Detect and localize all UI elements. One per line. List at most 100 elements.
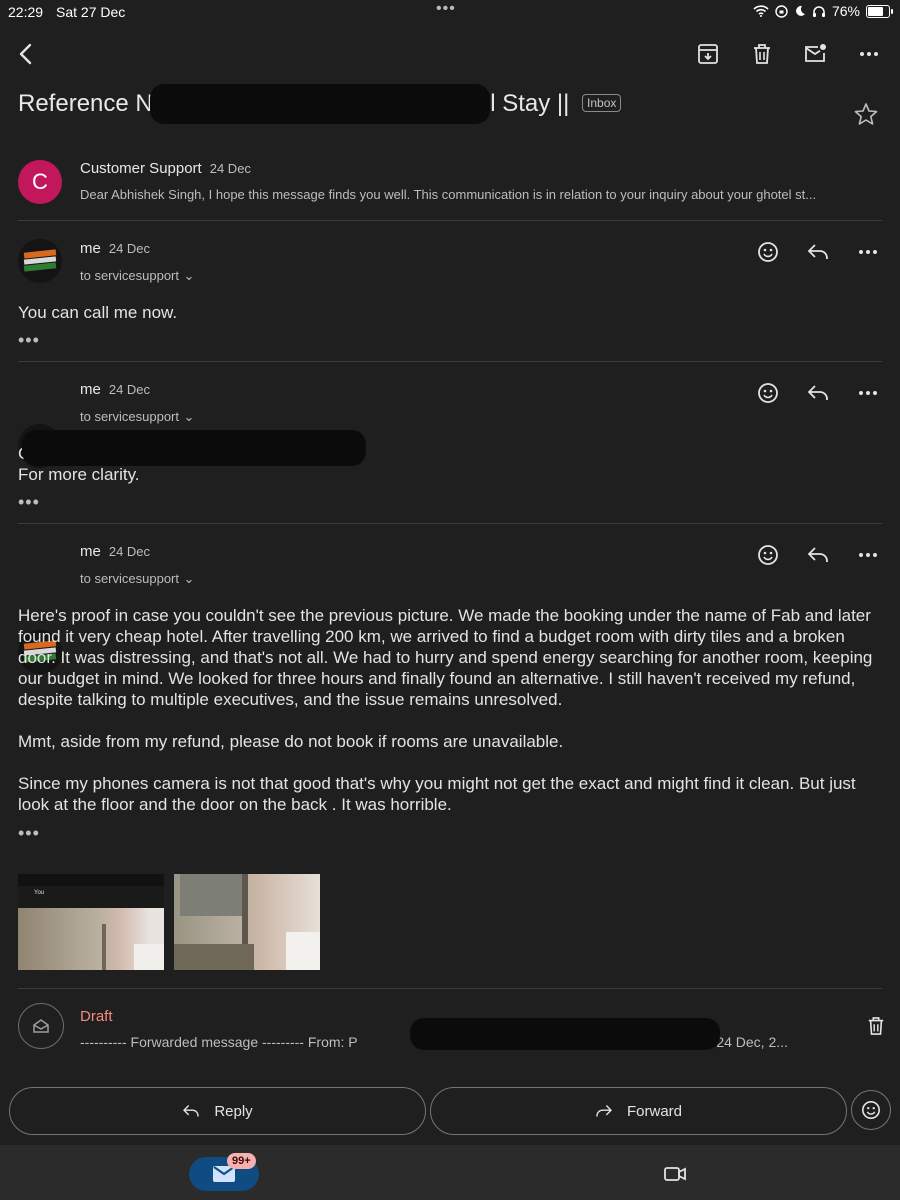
- redaction-scribble: [150, 84, 490, 124]
- archive-icon: [698, 44, 718, 64]
- emoji-react-button[interactable]: [750, 537, 786, 573]
- image-attachment-2[interactable]: [174, 874, 320, 970]
- chevron-down-icon: ⌄: [183, 571, 195, 586]
- message-body: Here's proof in case you couldn't see th…: [18, 605, 882, 815]
- emoji-react-button[interactable]: [750, 375, 786, 411]
- redaction-scribble: [410, 1018, 720, 1050]
- message-header: me 24 Dec to servicesupport ⌄: [80, 543, 194, 588]
- reply-icon: [183, 1105, 200, 1117]
- message-date: 24 Dec: [108, 382, 151, 397]
- inbox-label-chip[interactable]: Inbox: [582, 94, 622, 112]
- unread-count-badge: 99+: [227, 1153, 256, 1169]
- wifi-icon: [753, 5, 769, 17]
- back-button[interactable]: [8, 36, 44, 72]
- divider: [18, 361, 882, 362]
- back-arrow-icon: [19, 43, 32, 65]
- more-horizontal-icon: [859, 391, 877, 395]
- body-paragraph: Since my phones camera is not that good …: [18, 774, 856, 814]
- trash-icon: [754, 44, 770, 64]
- show-trimmed-content-button[interactable]: •••: [18, 330, 40, 351]
- message-actions: [750, 234, 886, 270]
- forward-icon: [596, 1105, 612, 1117]
- reply-icon: [807, 385, 828, 400]
- mark-unread-button[interactable]: [797, 36, 833, 72]
- image-attachment-1[interactable]: You: [18, 874, 164, 970]
- message-body-line: For more clarity.: [18, 465, 140, 484]
- reply-button[interactable]: [800, 375, 836, 411]
- reply-button[interactable]: [800, 234, 836, 270]
- delete-button[interactable]: [744, 36, 780, 72]
- emoji-react-button[interactable]: [750, 234, 786, 270]
- message-more-button[interactable]: [850, 234, 886, 270]
- forward-button[interactable]: Forward: [430, 1087, 847, 1135]
- avatar: [18, 239, 62, 283]
- message-actions: [750, 537, 886, 573]
- video-camera-icon: [664, 1167, 686, 1181]
- meet-tab[interactable]: [660, 1159, 690, 1189]
- reply-icon: [807, 547, 828, 562]
- more-horizontal-icon: [859, 250, 877, 254]
- message-snippet: Dear Abhishek Singh, I hope this message…: [80, 187, 817, 202]
- multitasking-dots-icon[interactable]: •••: [436, 0, 456, 18]
- reply-icon: [807, 244, 828, 259]
- divider: [18, 523, 882, 524]
- message-more-button[interactable]: [850, 537, 886, 573]
- show-trimmed-content-button[interactable]: •••: [18, 492, 40, 513]
- status-time: 22:29: [8, 4, 44, 20]
- recipients-toggle[interactable]: to servicesupport ⌄: [80, 570, 194, 588]
- sender-name: me: [80, 543, 101, 560]
- emoji-react-button[interactable]: [851, 1090, 891, 1130]
- orientation-lock-icon: [775, 4, 788, 18]
- status-bar: 22:29 Sat 27 Dec ••• 76%: [0, 0, 900, 26]
- emoji-icon: [758, 383, 778, 403]
- emoji-icon: [758, 545, 778, 565]
- trash-icon: [868, 1017, 884, 1035]
- draft-label: Draft: [80, 1008, 113, 1025]
- battery-icon: [866, 4, 893, 18]
- divider: [18, 220, 882, 221]
- star-button[interactable]: [850, 98, 882, 130]
- sender-name: Customer Support: [80, 160, 202, 177]
- redaction-scribble: [22, 430, 366, 466]
- headphones-icon: [812, 5, 825, 17]
- reply-label: Reply: [214, 1102, 253, 1120]
- battery-percent: 76%: [831, 3, 860, 19]
- status-date: Sat 27 Dec: [56, 4, 126, 20]
- archive-button[interactable]: [690, 36, 726, 72]
- reply-button[interactable]: Reply: [9, 1087, 426, 1135]
- bottom-navigation: 99+: [0, 1145, 900, 1200]
- draft-icon: [33, 1019, 49, 1033]
- emoji-icon: [758, 242, 778, 262]
- more-horizontal-icon: [860, 52, 878, 56]
- message-header: me 24 Dec to servicesupport ⌄: [80, 381, 194, 426]
- more-options-button[interactable]: [851, 36, 887, 72]
- message-date: 24 Dec: [108, 241, 151, 256]
- show-trimmed-content-button[interactable]: •••: [18, 823, 40, 844]
- message-header: me 24 Dec to servicesupport ⌄: [80, 240, 194, 285]
- message-body: You can call me now.: [18, 303, 178, 322]
- sender-name: me: [80, 240, 101, 257]
- discard-draft-button[interactable]: [862, 1012, 890, 1040]
- message-more-button[interactable]: [850, 375, 886, 411]
- avatar: C: [18, 160, 62, 204]
- message-date: 24 Dec: [209, 161, 251, 176]
- message-actions: [750, 375, 886, 411]
- emoji-icon: [862, 1101, 880, 1119]
- recipients-toggle[interactable]: to servicesupport ⌄: [80, 267, 194, 285]
- chevron-down-icon: ⌄: [183, 409, 195, 424]
- body-paragraph: Mmt, aside from my refund, please do not…: [18, 732, 564, 751]
- status-icons: 76%: [753, 3, 893, 19]
- message-customer-support[interactable]: C: [18, 160, 62, 204]
- chevron-down-icon: ⌄: [183, 268, 195, 283]
- message-header: Customer Support 24 Dec Dear Abhishek Sin…: [80, 160, 840, 202]
- message-date: 24 Dec: [108, 544, 151, 559]
- mark-unread-icon: [805, 44, 826, 62]
- moon-icon: [796, 5, 805, 16]
- forward-label: Forward: [626, 1102, 682, 1120]
- reply-button[interactable]: [800, 537, 836, 573]
- thumb-sender-label: You: [34, 890, 45, 896]
- body-paragraph: Here's proof in case you couldn't see th…: [18, 606, 873, 709]
- divider: [18, 988, 882, 989]
- star-icon: [854, 103, 878, 125]
- recipients-toggle[interactable]: to servicesupport ⌄: [80, 408, 194, 426]
